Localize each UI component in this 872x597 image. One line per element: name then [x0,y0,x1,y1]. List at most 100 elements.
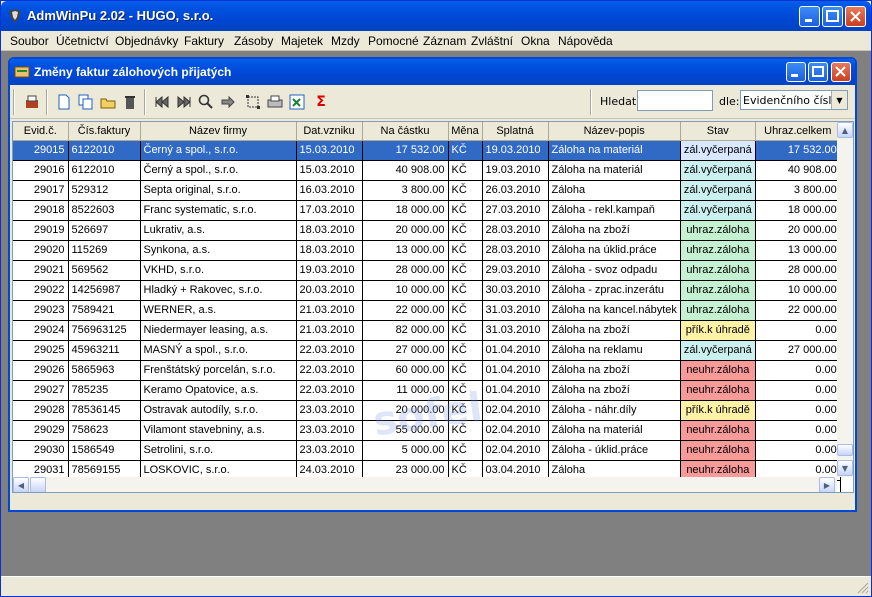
horizontal-scrollbar[interactable]: ◀ ▶ [13,477,837,492]
menu-faktury[interactable]: Faktury [184,34,224,48]
table-cell: 115269 [68,240,141,261]
table-cell: 22 000.00 [755,300,841,321]
scroll-left-button[interactable]: ◀ [13,477,29,492]
col-nazev-firmy[interactable]: Název firmy [140,122,297,141]
table-cell: 29018 [13,200,69,221]
table-cell: KČ [448,200,483,221]
table-cell: Ostravak autodíly, s.r.o. [140,400,297,421]
child-close-button[interactable] [831,62,851,82]
child-maximize-button[interactable] [808,62,828,82]
table-cell: 526697 [68,220,141,241]
table-cell: 6122010 [68,160,141,181]
col-mena[interactable]: Měna [448,122,483,141]
table-cell: KČ [448,320,483,341]
first-record-icon [155,95,169,109]
scroll-down-button[interactable]: ▼ [837,460,853,476]
table-row[interactable]: 29021 569562 VKHD, s.r.o. 19.03.2010 28 000.… [13,260,841,281]
col-splatna[interactable]: Splatná [482,122,549,141]
hscroll-thumb[interactable] [30,477,46,492]
table-row[interactable]: 29016 6122010 Černý a spol., s.r.o. 15.03.2… [13,160,841,181]
table-cell: 23.03.2010 [296,420,363,441]
search-input[interactable] [637,90,713,111]
table-cell: 22.03.2010 [296,380,363,401]
menu-mzdy[interactable]: Mzdy [331,34,360,48]
delete-button[interactable] [121,93,139,111]
open-button[interactable] [99,93,117,111]
col-dat-vzniku[interactable]: Dat.vzniku [296,122,363,141]
table-cell: 785235 [68,380,141,401]
copy-icon [78,94,93,110]
scroll-up-button[interactable]: ▲ [837,122,853,138]
select-button[interactable] [244,93,262,111]
table-cell: 28.03.2010 [482,240,549,261]
menu-zaznam[interactable]: Záznam [423,34,466,48]
search-by-select[interactable]: Evidenčního čísla ▼ [740,90,848,110]
table-cell: Niedermayer leasing, a.s. [140,320,297,341]
vertical-scrollbar[interactable]: ▲ ▼ [837,122,853,477]
print-preview-button[interactable] [23,93,41,111]
menu-ucetnictvi[interactable]: Účetnictví [56,34,109,48]
menu-zvlastni[interactable]: Zvláštní [471,34,513,48]
menu-okna[interactable]: Okna [521,34,550,48]
scroll-right-button[interactable]: ▶ [819,477,835,492]
last-record-icon [177,95,191,109]
table-row[interactable]: 29015 6122010 Černý a spol., s.r.o. 15.03.2… [13,140,841,161]
col-cis-faktury[interactable]: Čís.faktury [68,122,141,141]
menu-pomocne[interactable]: Pomocné [368,34,419,48]
table-cell: 31.03.2010 [482,320,549,341]
col-uhraz-celkem[interactable]: Uhraz.celkem [755,122,841,141]
chevron-up-icon: ▲ [841,125,849,135]
table-cell: 6122010 [68,140,141,161]
close-button[interactable] [845,6,866,27]
table-row[interactable]: 29030 1586549 Setrolini, s.r.o. 23.03.2010 5… [13,440,841,461]
export-button[interactable] [288,93,306,111]
table-row[interactable]: 29026 5865963 Frenštátský porcelán, s.r.o.… [13,360,841,381]
next-button[interactable] [219,93,237,111]
table-row[interactable]: 29018 8522603 Franc systematic, s.r.o. 17.0… [13,200,841,221]
table-cell: KČ [448,180,483,201]
menu-soubor[interactable]: Soubor [10,34,49,48]
menu-zasoby[interactable]: Zásoby [234,34,273,48]
maximize-button[interactable] [822,6,843,27]
col-nazev-popis[interactable]: Název-popis [548,122,681,141]
table-row[interactable]: 29017 529312 Septa original, s.r.o. 16.03.2… [13,180,841,201]
next-icon [221,95,235,109]
col-na-castku[interactable]: Na částku [362,122,449,141]
chevron-down-icon[interactable]: ▼ [831,91,847,109]
col-stav[interactable]: Stav [680,122,756,141]
table-row[interactable]: 29020 115269 Synkona, a.s. 18.03.2010 13 000… [13,240,841,261]
table-cell: Záloha - zprac.inzerátu [548,280,681,301]
table-cell: 45963211 [68,340,141,361]
mdi-workspace: Změny faktur zálohových přijatých Σ Hled… [1,51,871,596]
table-cell: 02.04.2010 [482,400,549,421]
title-bar[interactable]: AdmWinPu 2.02 - HUGO, s.r.o. [1,1,871,31]
table-row[interactable]: 29019 526697 Lukrativ, a.s. 18.03.2010 20 00… [13,220,841,241]
copy-button[interactable] [77,93,95,111]
print-button[interactable] [266,93,284,111]
search-button[interactable] [197,93,215,111]
close-icon [850,11,861,22]
last-record-button[interactable] [175,93,193,111]
table-row[interactable]: 29022 14256987 Hladký + Rakovec, s.r.o. 20.… [13,280,841,301]
first-record-button[interactable] [153,93,171,111]
child-title-bar[interactable]: Změny faktur zálohových přijatých [10,59,855,85]
table-cell: 01.04.2010 [482,360,549,381]
table-cell: uhraz.záloha [680,240,756,261]
menu-objednavky[interactable]: Objednávky [115,34,178,48]
menu-majetek[interactable]: Majetek [281,34,323,48]
table-row[interactable]: 29025 45963211 MASNÝ a spol., s.r.o. 22.03.… [13,340,841,361]
table-cell: 21.03.2010 [296,320,363,341]
table-row[interactable]: 29024 756963125 Niedermayer leasing, a.s. 2… [13,320,841,341]
table-cell: KČ [448,360,483,381]
table-cell: Záloha na zboží [548,220,681,241]
sum-button[interactable]: Σ [312,93,330,111]
table-row[interactable]: 29023 7589421 WERNER, a.s. 21.03.2010 22 000… [13,300,841,321]
minimize-button[interactable] [799,6,820,27]
new-button[interactable] [55,93,73,111]
resize-grip-icon[interactable] [857,582,869,594]
child-minimize-button[interactable] [786,62,806,82]
menu-napoveda[interactable]: Nápověda [558,34,613,48]
scroll-thumb[interactable] [837,444,853,456]
table-cell: Záloha - náhr.díly [548,400,681,421]
col-evid[interactable]: Evid.č. [13,122,69,141]
